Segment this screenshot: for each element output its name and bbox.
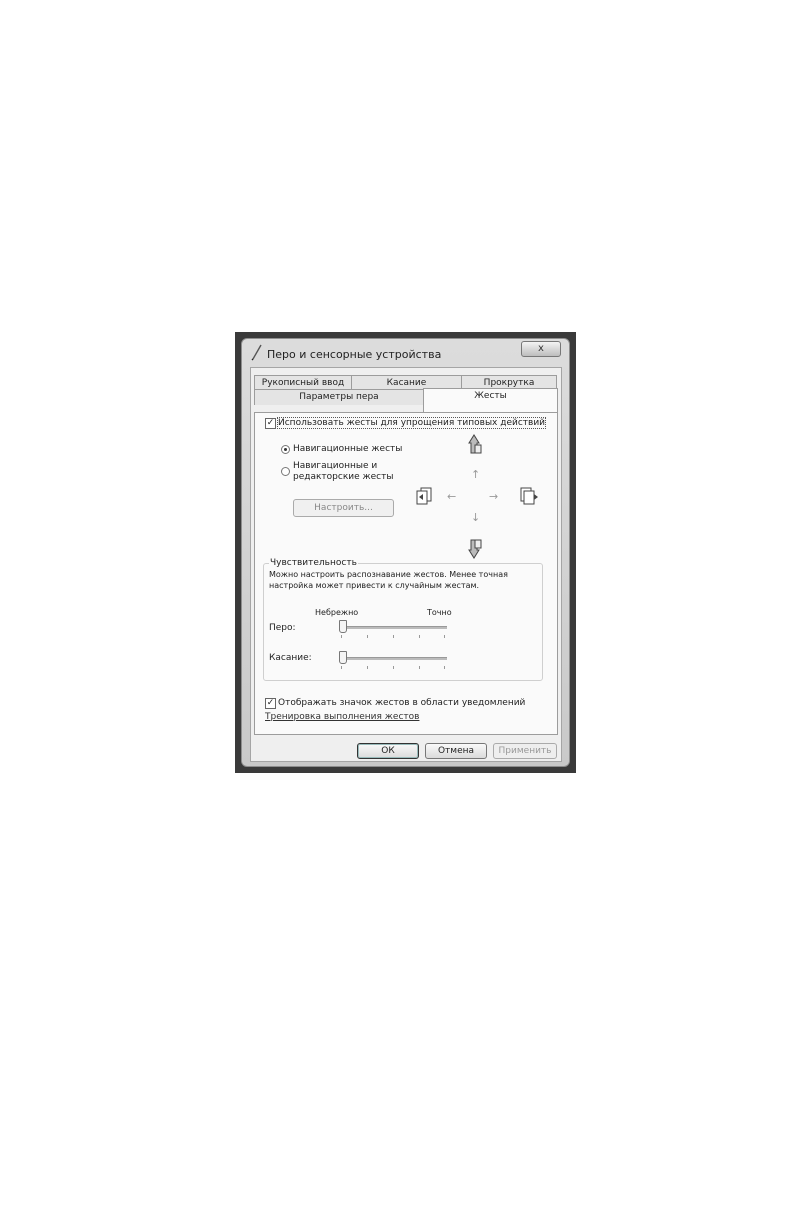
- training-link[interactable]: Тренировка выполнения жестов: [265, 712, 419, 722]
- pen-slider-tick: [393, 635, 394, 638]
- ok-button[interactable]: ОК: [357, 743, 419, 759]
- hand-up-icon: [468, 434, 482, 454]
- arrow-down-icon: ↓: [471, 511, 481, 524]
- cancel-button[interactable]: Отмена: [425, 743, 487, 759]
- tab-pen-options[interactable]: Параметры пера: [254, 389, 424, 405]
- touch-slider-tick: [419, 666, 420, 669]
- scale-low-label: Небрежно: [315, 608, 359, 617]
- touch-slider-tick: [393, 666, 394, 669]
- touch-slider-tick: [444, 666, 445, 669]
- dialog-client-area: Рукописный ввод Касание Прокрутка Параме…: [250, 367, 562, 762]
- touch-slider-label: Касание:: [269, 653, 312, 663]
- nav-edit-gestures-radio[interactable]: [281, 467, 290, 476]
- customize-button[interactable]: Настроить...: [293, 499, 394, 517]
- screenshot-frame: Перо и сенсорные устройства x Рукописный…: [235, 332, 576, 773]
- arrow-left-icon: ←: [447, 490, 457, 503]
- show-icon-label: Отображать значок жестов в области уведо…: [278, 698, 526, 708]
- apply-button[interactable]: Применить: [493, 743, 557, 759]
- sensitivity-description-line1: Можно настроить распознавание жестов. Ме…: [269, 570, 508, 579]
- scale-high-label: Точно: [427, 608, 452, 617]
- dialog-window: Перо и сенсорные устройства x Рукописный…: [241, 338, 570, 767]
- touch-slider-track: [339, 657, 447, 660]
- pen-slider-tick: [444, 635, 445, 638]
- touch-slider-tick: [341, 666, 342, 669]
- sensitivity-title: Чувствительность: [269, 558, 358, 568]
- page-back-icon: [416, 487, 432, 505]
- pen-slider-tick: [367, 635, 368, 638]
- pen-slider-label: Перо:: [269, 623, 296, 633]
- pen-slider-tick: [341, 635, 342, 638]
- title-bar: Перо и сенсорные устройства x: [242, 339, 569, 367]
- use-gestures-label: Использовать жесты для упрощения типовых…: [276, 417, 547, 429]
- nav-gestures-radio[interactable]: [281, 445, 290, 454]
- show-icon-checkbox[interactable]: ✓: [265, 698, 276, 709]
- sensitivity-description-line2: настройка может привести к случайным жес…: [269, 581, 480, 590]
- close-button[interactable]: x: [521, 341, 561, 357]
- close-icon: x: [538, 343, 544, 354]
- pen-slider-tick: [419, 635, 420, 638]
- touch-slider-tick: [367, 666, 368, 669]
- page-forward-icon: [520, 487, 538, 505]
- nav-edit-gestures-label-line2: редакторские жесты: [293, 472, 394, 482]
- window-title: Перо и сенсорные устройства: [267, 348, 442, 361]
- tab-gestures[interactable]: Жесты: [423, 388, 558, 413]
- gestures-panel: ✓ Использовать жесты для упрощения типов…: [254, 412, 558, 735]
- touch-slider-thumb[interactable]: [339, 651, 347, 664]
- pen-icon: [251, 344, 262, 361]
- nav-gestures-label: Навигационные жесты: [293, 444, 403, 454]
- nav-edit-gestures-label-line1: Навигационные и: [293, 461, 378, 471]
- tab-handwriting[interactable]: Рукописный ввод: [254, 375, 352, 390]
- arrow-up-icon: ↑: [471, 468, 481, 481]
- pen-slider-track: [339, 626, 447, 629]
- use-gestures-checkbox[interactable]: ✓: [265, 418, 276, 429]
- hand-down-icon: [468, 539, 482, 559]
- arrow-right-icon: →: [489, 490, 499, 503]
- pen-slider-thumb[interactable]: [339, 620, 347, 633]
